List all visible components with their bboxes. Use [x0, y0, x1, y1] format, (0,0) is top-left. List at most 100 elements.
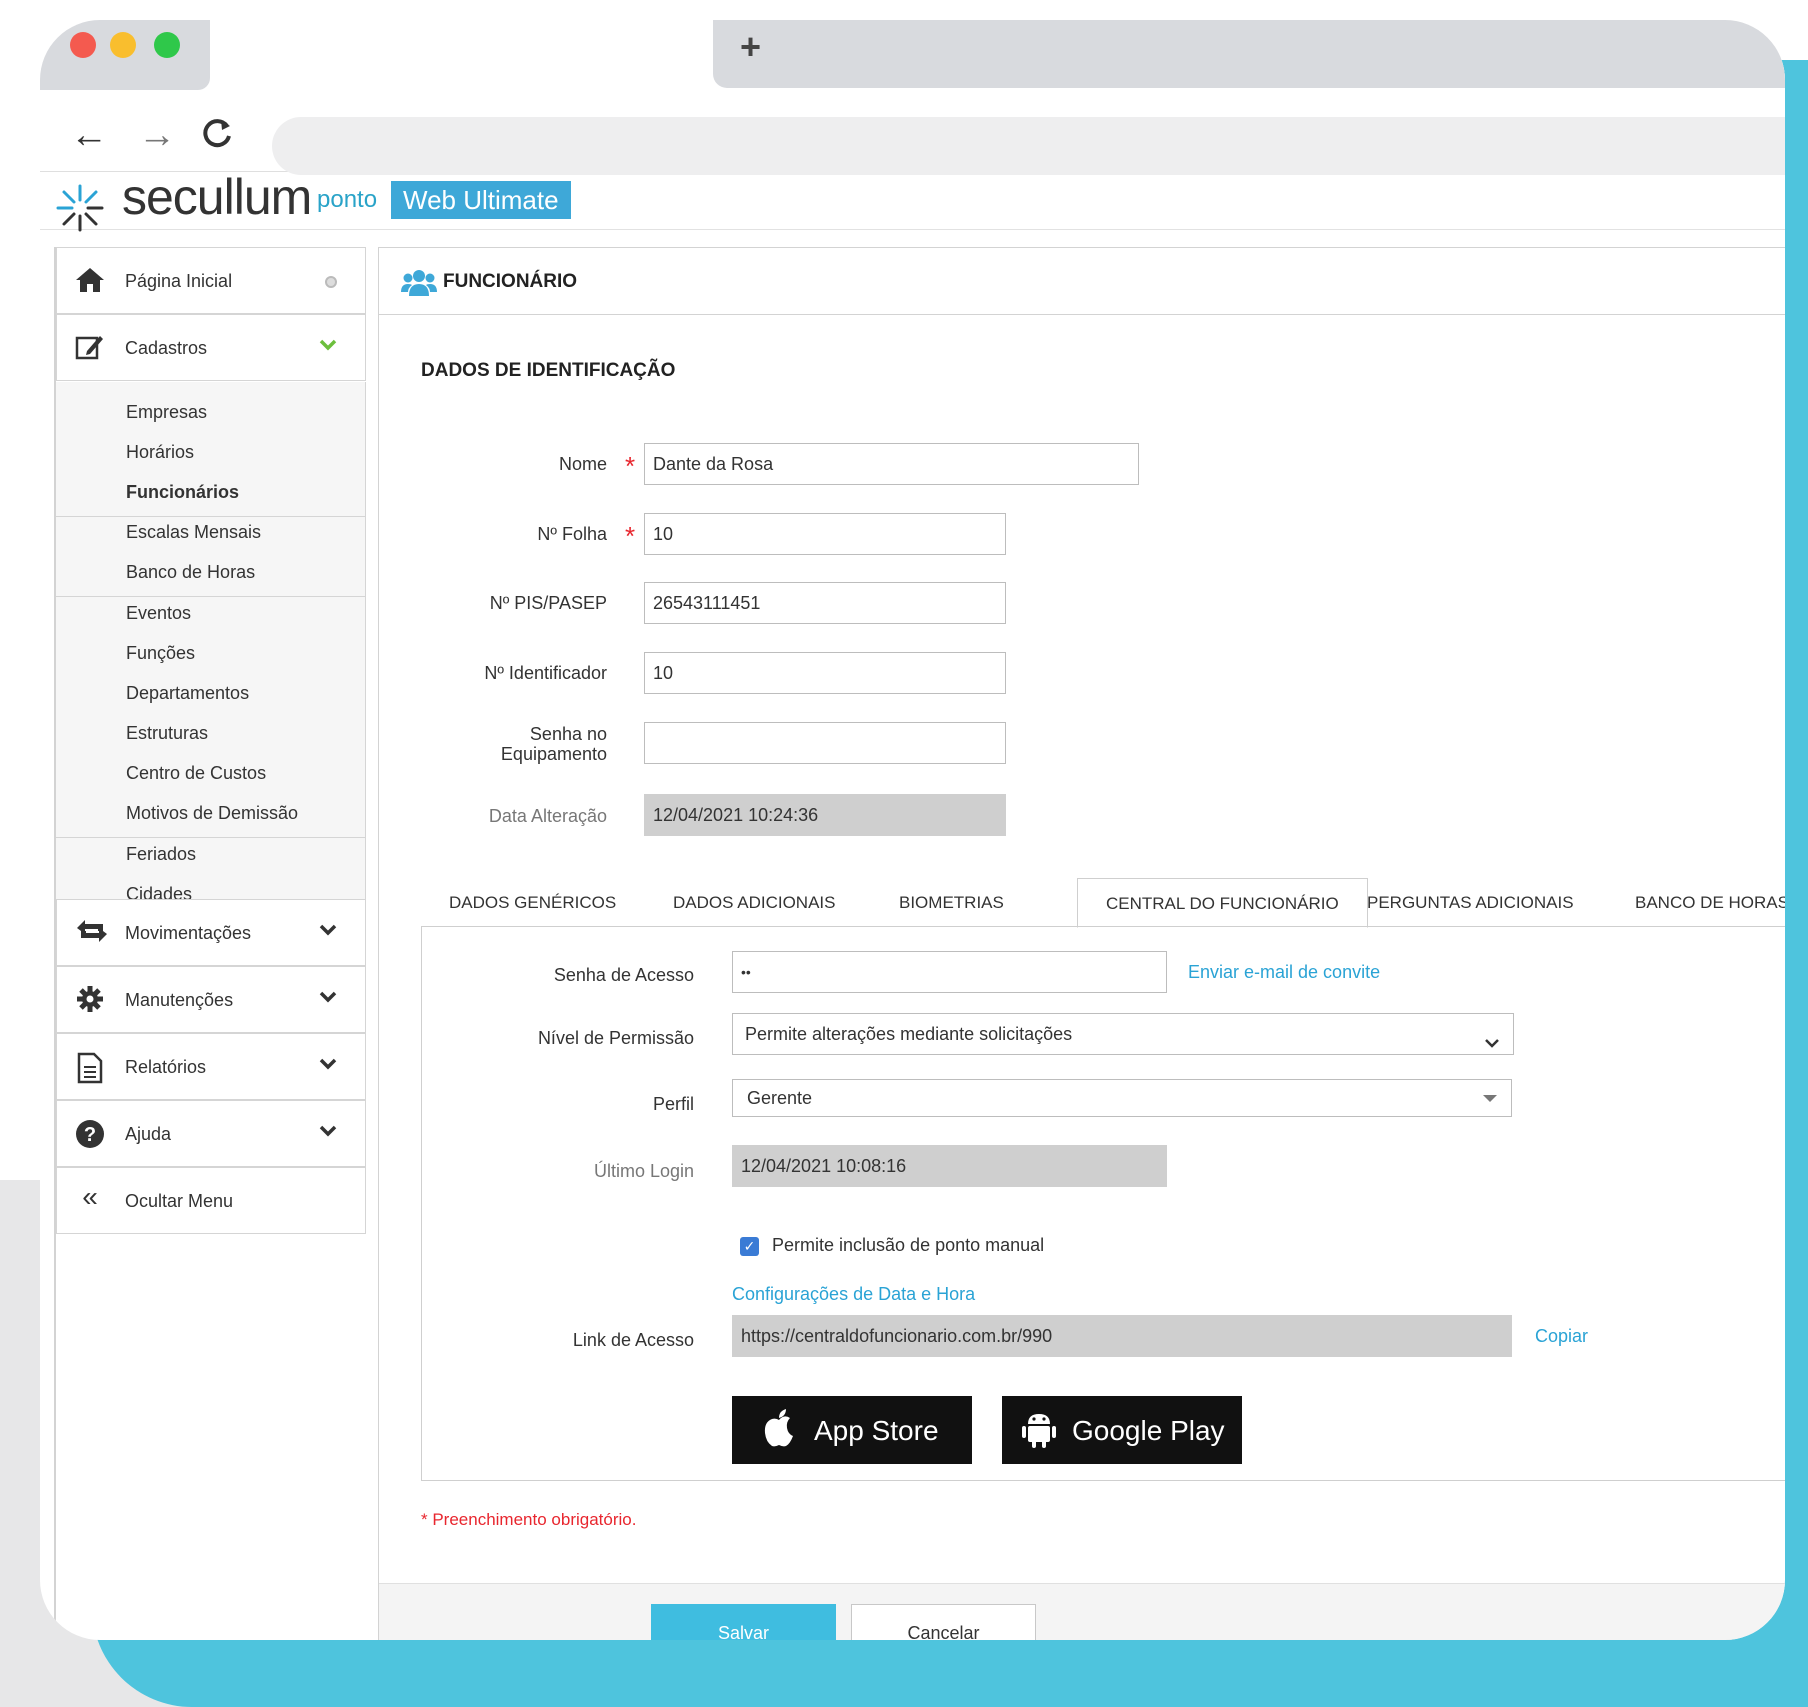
home-icon — [75, 266, 105, 296]
new-tab-button[interactable]: + — [740, 26, 761, 68]
footer-bar — [379, 1583, 1785, 1640]
secullum-logo-icon — [54, 182, 106, 234]
sidebar-item-label: Cadastros — [125, 338, 208, 358]
caret-down-icon — [1483, 1095, 1497, 1102]
nome-field[interactable]: Dante da Rosa — [644, 443, 1139, 485]
svg-text:?: ? — [84, 1124, 96, 1146]
senha-acesso-field[interactable]: •• — [732, 951, 1167, 993]
nivel-permissao-select[interactable]: Permite alterações mediante solicitações — [732, 1013, 1514, 1055]
forward-arrow-icon[interactable]: → — [138, 114, 176, 157]
tab-strip: + — [713, 20, 1785, 88]
sidebar-item-label: Ajuda — [125, 1124, 172, 1144]
submenu-item-estruturas[interactable]: Estruturas — [126, 723, 208, 744]
perfil-label: Perfil — [652, 1094, 694, 1114]
submenu-item-centro-de-custos[interactable]: Centro de Custos — [126, 763, 266, 784]
submenu-item-motivos-de-demissao[interactable]: Motivos de Demissão — [126, 803, 298, 824]
cadastros-submenu: Empresas Horários Funcionários Escalas M… — [56, 382, 366, 904]
link-acesso-label: Link de Acesso — [572, 1330, 694, 1350]
submenu-item-funcionarios[interactable]: Funcionários — [126, 482, 239, 503]
sidebar-item-label: Movimentações — [125, 923, 252, 943]
sidebar-item-ajuda[interactable]: ? Ajuda — [56, 1100, 366, 1167]
main-panel: FUNCIONÁRIO DADOS DE IDENTIFICAÇÃO Nome … — [378, 247, 1785, 1640]
sidebar-item-label: Relatórios — [125, 1057, 207, 1077]
back-arrow-icon[interactable]: ← — [70, 114, 108, 157]
sidebar-item-cadastros[interactable]: Cadastros — [56, 314, 366, 381]
app-store-label: App Store — [814, 1415, 939, 1446]
reload-icon[interactable] — [200, 116, 234, 160]
sidebar-item-movimentacoes[interactable]: Movimentações — [56, 899, 366, 966]
copy-link[interactable]: Copiar — [1535, 1326, 1588, 1347]
edit-icon — [75, 333, 105, 363]
submenu-item-escalas-mensais[interactable]: Escalas Mensais — [126, 522, 261, 543]
brand-name: secullum — [122, 169, 312, 225]
app-store-button[interactable]: App Store — [732, 1396, 972, 1464]
senha-equipamento-label-line-2: Equipamento — [500, 744, 607, 764]
data-alteracao-field: 12/04/2021 10:24:36 — [644, 794, 1006, 836]
maximize-window-button[interactable] — [154, 32, 180, 58]
sidebar-item-manutencoes[interactable]: Manutenções — [56, 966, 366, 1033]
double-chevron-left-icon: « — [82, 1181, 98, 1212]
app-header: secullum ponto Web Ultimate — [40, 169, 1785, 232]
save-button[interactable]: Salvar — [651, 1604, 836, 1640]
close-window-button[interactable] — [70, 32, 96, 58]
invite-email-link[interactable]: Enviar e-mail de convite — [1188, 962, 1380, 983]
chevron-down-icon — [319, 1054, 337, 1077]
help-icon: ? — [75, 1119, 105, 1149]
submenu-item-horarios[interactable]: Horários — [126, 442, 194, 463]
tab-dados-genericos[interactable]: DADOS GENÉRICOS — [449, 878, 616, 928]
submenu-item-departamentos[interactable]: Departamentos — [126, 683, 249, 704]
sidebar-item-relatorios[interactable]: Relatórios — [56, 1033, 366, 1100]
google-play-label: Google Play — [1072, 1415, 1225, 1446]
senha-equipamento-field[interactable] — [644, 722, 1006, 764]
senha-acesso-label: Senha de Acesso — [553, 965, 694, 985]
tab-biometrias[interactable]: BIOMETRIAS — [899, 878, 1004, 928]
window-controls-area — [40, 20, 210, 90]
google-play-button[interactable]: Google Play — [1002, 1396, 1242, 1464]
tab-perguntas-adicionais[interactable]: PERGUNTAS ADICIONAIS — [1367, 878, 1574, 928]
identificador-label: Nº Identificador — [484, 663, 607, 683]
chevron-down-icon — [1485, 1022, 1499, 1062]
submenu-item-eventos[interactable]: Eventos — [126, 603, 191, 624]
browser-nav-bar: ← → — [40, 100, 1785, 175]
config-data-hora-link[interactable]: Configurações de Data e Hora — [732, 1284, 975, 1305]
identificador-field[interactable]: 10 — [644, 652, 1006, 694]
cancel-button[interactable]: Cancelar — [851, 1604, 1036, 1640]
pis-label: Nº PIS/PASEP — [489, 593, 607, 613]
sidebar-item-ocultar-menu[interactable]: « Ocultar Menu — [56, 1167, 366, 1234]
document-icon — [75, 1052, 105, 1084]
section-title: DADOS DE IDENTIFICAÇÃO — [421, 360, 676, 381]
status-dot-icon — [325, 276, 337, 288]
tab-central-do-funcionario[interactable]: CENTRAL DO FUNCIONÁRIO — [1077, 878, 1368, 928]
chevron-down-icon — [319, 920, 337, 943]
gear-icon — [75, 985, 105, 1015]
pis-field[interactable]: 26543111451 — [644, 582, 1006, 624]
apple-icon — [762, 1408, 796, 1455]
required-note: * Preenchimento obrigatório. — [421, 1510, 637, 1529]
divider — [56, 837, 366, 838]
sidebar-item-label: Ocultar Menu — [125, 1191, 234, 1211]
browser-window: + ← → secullum ponto Web Ultimate Página… — [40, 20, 1785, 1640]
address-bar[interactable] — [272, 117, 1785, 175]
submenu-item-funcoes[interactable]: Funções — [126, 643, 195, 664]
submenu-item-banco-de-horas[interactable]: Banco de Horas — [126, 562, 255, 583]
product-name: ponto — [317, 186, 378, 213]
sidebar-item-label: Manutenções — [125, 990, 234, 1010]
android-icon — [1022, 1410, 1056, 1457]
tab-dados-adicionais[interactable]: DADOS ADICIONAIS — [673, 878, 835, 928]
tab-banco-de-horas[interactable]: BANCO DE HORAS — [1635, 878, 1785, 928]
ponto-manual-checkbox[interactable]: ✓ — [740, 1237, 759, 1256]
ultimo-login-label: Último Login — [593, 1161, 694, 1181]
submenu-item-feriados[interactable]: Feriados — [126, 844, 196, 865]
perfil-select[interactable]: Gerente — [732, 1079, 1512, 1117]
required-mark: * — [625, 451, 636, 481]
required-mark: * — [625, 521, 636, 551]
ponto-manual-label: Permite inclusão de ponto manual — [772, 1235, 1045, 1255]
senha-equipamento-label: Senha no Equipamento — [439, 724, 607, 764]
folha-field[interactable]: 10 — [644, 513, 1006, 555]
submenu-item-empresas[interactable]: Empresas — [126, 402, 207, 423]
minimize-window-button[interactable] — [110, 32, 136, 58]
sidebar-item-home[interactable]: Página Inicial — [56, 247, 366, 314]
transfer-icon — [75, 918, 107, 948]
senha-equipamento-label-line-1: Senha no — [529, 724, 607, 744]
browser-tab-bar: + — [40, 20, 1785, 100]
